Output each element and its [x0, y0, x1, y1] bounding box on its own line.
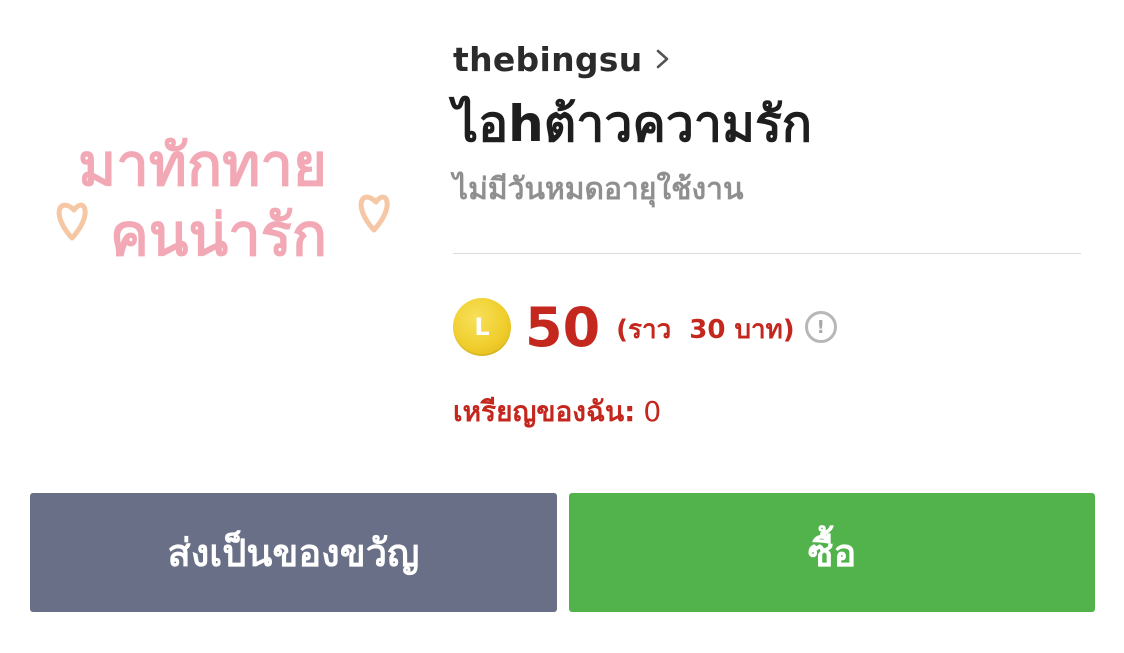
send-as-gift-button[interactable]: ส่งเป็นของขวัญ [30, 493, 557, 612]
info-symbol: ! [816, 316, 825, 338]
sticker-text-line2: คนน่ารัก [110, 201, 327, 269]
price-row: L 50 (ราว 30 บาท) ! [453, 295, 837, 359]
chevron-right-icon [656, 49, 668, 69]
line-coin-icon: L [453, 298, 511, 356]
info-icon[interactable]: ! [804, 311, 837, 343]
price-amount: 50 [525, 295, 601, 359]
my-coins-value: 0 [643, 395, 662, 428]
send-as-gift-label: ส่งเป็นของขวัญ [167, 531, 420, 575]
my-coins-label: เหรียญของฉัน: [453, 395, 636, 428]
divider [453, 253, 1081, 254]
heart-right-icon [358, 194, 390, 233]
author-link[interactable]: thebingsu [453, 36, 1081, 82]
my-coins: เหรียญของฉัน: 0 [453, 390, 661, 434]
author-name[interactable]: thebingsu [453, 40, 643, 79]
buy-label: ซื้อ [807, 531, 857, 575]
sticker-title: ไอhต้าวความรัก [453, 95, 813, 153]
validity-text: ไม่มีวันหมดอายุใช้งาน [453, 172, 744, 207]
coin-letter: L [474, 313, 490, 341]
heart-left-icon [56, 202, 88, 241]
price-approx: (ราว 30 บาท) [616, 314, 795, 345]
product-info: thebingsu ไอhต้าวความรัก ไม่มีวันหมดอายุ… [453, 36, 1081, 210]
buy-button[interactable]: ซื้อ [569, 493, 1095, 612]
sticker-preview-image: มาทักทาย คนน่ารัก [50, 110, 410, 290]
sticker-text-line1: มาทักทาย [78, 131, 327, 199]
